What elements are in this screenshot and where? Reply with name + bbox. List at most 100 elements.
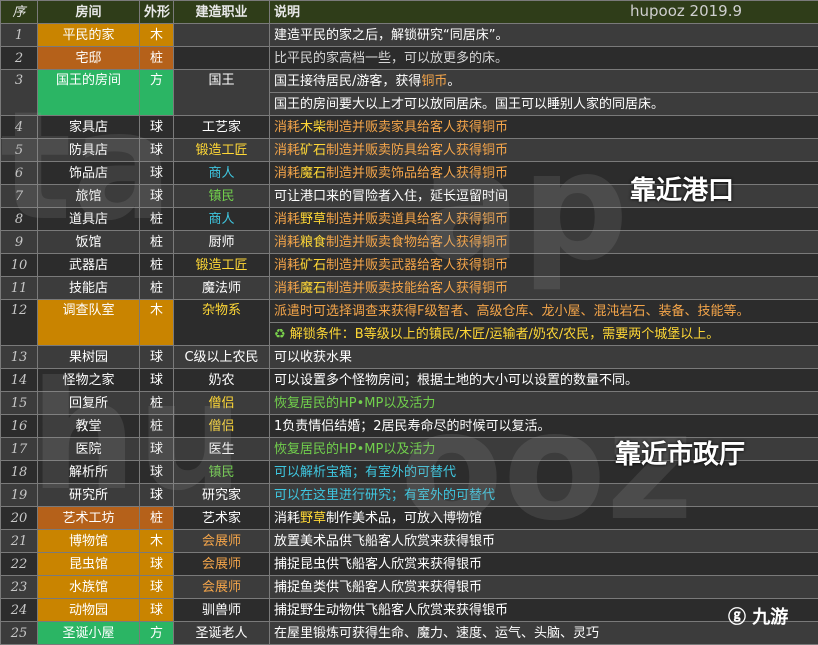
row-idx: 22 xyxy=(0,552,38,576)
row-desc: 消耗粮食制造并贩卖食物给客人获得铜币 xyxy=(269,230,818,254)
row-idx: 23 xyxy=(0,575,38,599)
table-row: 12 调查队室 木 杂物系 派遣时可选择调查来获得F级智者、高级仓库、龙小屋、混… xyxy=(0,299,818,346)
row-job: 驯兽师 xyxy=(173,598,270,622)
row-job xyxy=(173,46,270,70)
row-shape: 桩 xyxy=(139,207,174,231)
row-name: 医院 xyxy=(37,437,140,461)
table-row: 24 动物园 球 驯兽师 捕捉野生动物供飞船客人欣赏来获得银币 xyxy=(0,598,818,622)
table-row: 25 圣诞小屋 方 圣诞老人 在屋里锻炼可获得生命、魔力、速度、运气、头脑、灵巧 xyxy=(0,621,818,645)
row-job: 工艺家 xyxy=(173,115,270,139)
row-name: 国王的房间 xyxy=(37,69,140,116)
row-name: 平民的家 xyxy=(37,23,140,47)
desc-highlight: 野草 xyxy=(300,211,327,227)
row-desc: 建造平民的家之后，解锁研究“同居床”。 xyxy=(269,23,818,47)
row-job: 魔法师 xyxy=(173,276,270,300)
row-shape: 球 xyxy=(139,437,174,461)
table-row: 14 怪物之家 球 奶农 可以设置多个怪物房间；根据土地的大小可以设置的数量不同… xyxy=(0,368,818,392)
row-idx: 7 xyxy=(0,184,38,208)
desc-part: 制造并贩卖食物给客人获得铜币 xyxy=(326,234,509,250)
table-row: 13 果树园 球 C级以上农民 可以收获水果 xyxy=(0,345,818,369)
desc-part: 消耗 xyxy=(274,165,301,181)
table-row: 21 博物馆 木 会展师 放置美术品供飞船客人欣赏来获得银币 xyxy=(0,529,818,553)
table-row: 11 技能店 桩 魔法师 消耗魔石制造并贩卖技能给客人获得铜币 xyxy=(0,276,818,300)
row-shape: 桩 xyxy=(139,506,174,530)
row-name: 博物馆 xyxy=(37,529,140,553)
row-job: 锻造工匠 xyxy=(173,253,270,277)
row-idx: 5 xyxy=(0,138,38,162)
row-idx: 20 xyxy=(0,506,38,530)
row-job: 厨师 xyxy=(173,230,270,254)
row-job: 会展师 xyxy=(173,575,270,599)
row-desc: 可让港口来的冒险者入住，延长逗留时间 xyxy=(269,184,818,208)
table-row: 19 研究所 球 研究家 可以在这里进行研究；有室外的可替代 xyxy=(0,483,818,507)
desc-part: 消耗 xyxy=(274,119,301,135)
desc-highlight: 木柴 xyxy=(300,119,327,135)
row-idx: 6 xyxy=(0,161,38,185)
row-idx: 12 xyxy=(0,299,38,346)
row-shape: 方 xyxy=(139,621,174,645)
row-shape: 球 xyxy=(139,483,174,507)
row-name: 防具店 xyxy=(37,138,140,162)
row-job: 奶农 xyxy=(173,368,270,392)
desc-highlight: 矿石 xyxy=(300,142,327,158)
row-shape: 木 xyxy=(139,529,174,553)
author-watermark: hupooz 2019.9 xyxy=(630,2,743,20)
row-desc: 捕捉昆虫供飞船客人欣赏来获得银币 xyxy=(269,552,818,576)
row-desc: 消耗木柴制造并贩卖家具给客人获得铜币 xyxy=(269,115,818,139)
row-idx: 2 xyxy=(0,46,38,70)
row-desc: ♻ 解锁条件：B等级以上的镇民/木匠/运输者/奶农/农民，需要两个城堡以上。 xyxy=(269,322,818,346)
row-name: 圣诞小屋 xyxy=(37,621,140,645)
row-desc: 可以收获水果 xyxy=(269,345,818,369)
desc-part: 制造并贩卖饰品给客人获得铜币 xyxy=(326,165,509,181)
row-desc: 比平民的家高档一些，可以放更多的床。 xyxy=(269,46,818,70)
row-job: 医生 xyxy=(173,437,270,461)
row-idx: 15 xyxy=(0,391,38,415)
row-job: 商人 xyxy=(173,207,270,231)
site-logo: ⓖ 九游 xyxy=(728,603,788,629)
row-job: 国王 xyxy=(173,69,270,116)
row-shape: 球 xyxy=(139,552,174,576)
row-shape: 球 xyxy=(139,138,174,162)
row-name: 水族馆 xyxy=(37,575,140,599)
row-desc: 消耗矿石制造并贩卖防具给客人获得铜币 xyxy=(269,138,818,162)
row-shape: 球 xyxy=(139,161,174,185)
annotation-port: 靠近港口 xyxy=(630,176,735,206)
table-row: 10 武器店 桩 锻造工匠 消耗矿石制造并贩卖武器给客人获得铜币 xyxy=(0,253,818,277)
row-idx: 17 xyxy=(0,437,38,461)
row-desc: 恢复居民的HP•MP以及活力 xyxy=(269,391,818,415)
row-idx: 13 xyxy=(0,345,38,369)
desc-part: 消耗 xyxy=(274,142,301,158)
row-desc: 国王接待居民/游客，获得铜币。 xyxy=(269,69,818,93)
row-job: 研究家 xyxy=(173,483,270,507)
row-shape: 桩 xyxy=(139,391,174,415)
row-job: 会展师 xyxy=(173,529,270,553)
row-shape: 木 xyxy=(139,23,174,47)
table-row: 1 平民的家 木 建造平民的家之后，解锁研究“同居床”。 xyxy=(0,23,818,47)
row-job: 艺术家 xyxy=(173,506,270,530)
row-name: 回复所 xyxy=(37,391,140,415)
row-name: 旅馆 xyxy=(37,184,140,208)
desc-part: 国王接待居民/游客，获得 xyxy=(274,73,422,89)
row-name: 动物园 xyxy=(37,598,140,622)
desc-highlight: 魔石 xyxy=(300,280,327,296)
row-shape: 球 xyxy=(139,368,174,392)
annotation-cityhall: 靠近市政厅 xyxy=(615,440,746,470)
desc-part: 制造并贩卖家具给客人获得铜币 xyxy=(326,119,509,135)
table-row: 20 艺术工坊 桩 艺术家 消耗野草制作美术品，可放入博物馆 xyxy=(0,506,818,530)
desc-part: 消耗 xyxy=(274,510,301,526)
row-shape: 球 xyxy=(139,184,174,208)
row-desc: 国王的房间要大以上才可以放同居床。国王可以睡别人家的同居床。 xyxy=(269,92,818,116)
row-shape: 桩 xyxy=(139,276,174,300)
table-row: 9 饭馆 桩 厨师 消耗粮食制造并贩卖食物给客人获得铜币 xyxy=(0,230,818,254)
desc-part: 制造并贩卖防具给客人获得铜币 xyxy=(326,142,509,158)
table-row: 4 家具店 球 工艺家 消耗木柴制造并贩卖家具给客人获得铜币 xyxy=(0,115,818,139)
desc-part: 消耗 xyxy=(274,211,301,227)
desc-highlight: 矿石 xyxy=(300,257,327,273)
row-job: 会展师 xyxy=(173,552,270,576)
row-name: 宅邸 xyxy=(37,46,140,70)
header-job: 建造职业 xyxy=(173,0,270,24)
row-name: 昆虫馆 xyxy=(37,552,140,576)
row-job: 僧侣 xyxy=(173,414,270,438)
table-row: 2 宅邸 桩 比平民的家高档一些，可以放更多的床。 xyxy=(0,46,818,70)
row-idx: 1 xyxy=(0,23,38,47)
